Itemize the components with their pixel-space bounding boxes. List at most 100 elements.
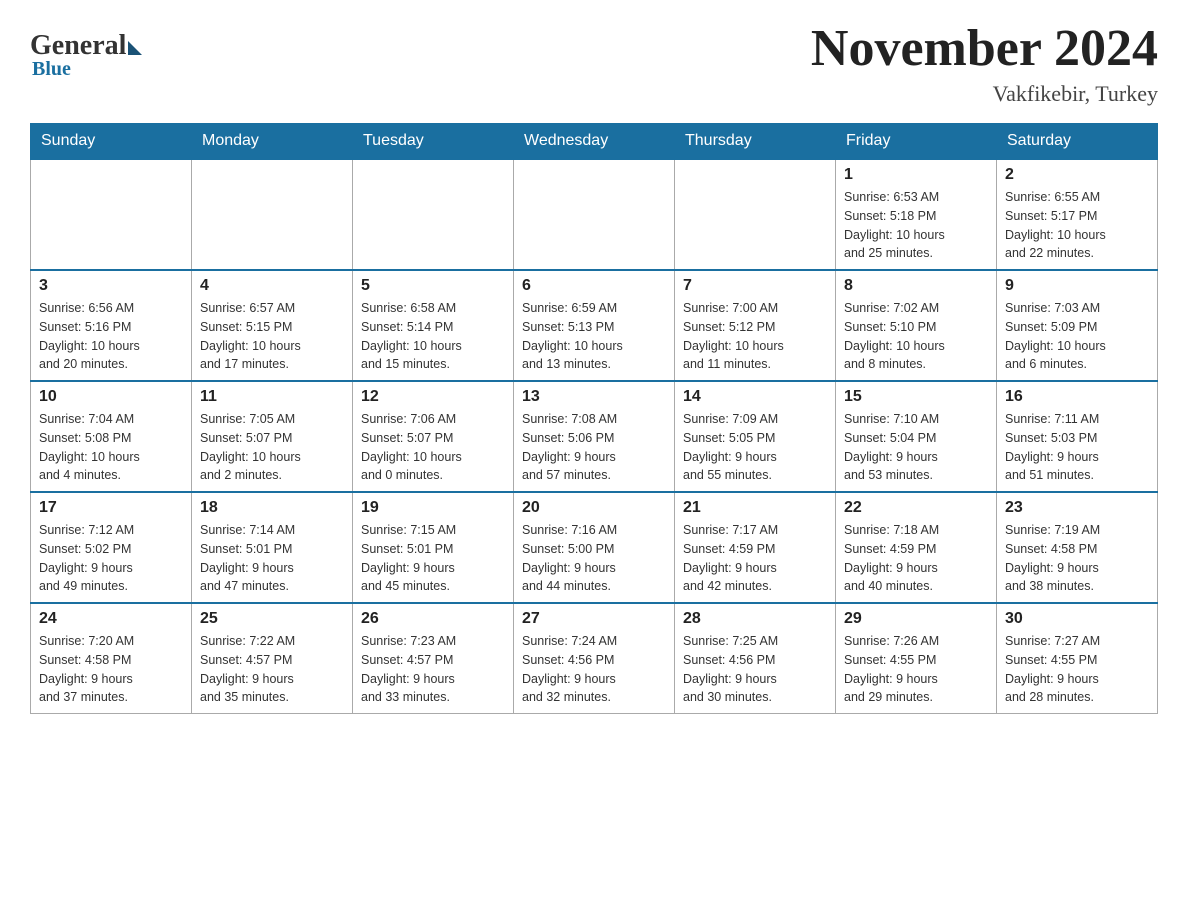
- calendar-day-cell: 16 Sunrise: 7:11 AM Sunset: 5:03 PM Dayli…: [997, 381, 1158, 492]
- weekday-header-wednesday: Wednesday: [514, 124, 675, 160]
- day-info: Sunrise: 7:26 AM Sunset: 4:55 PM Dayligh…: [844, 632, 988, 707]
- calendar-day-cell: 4 Sunrise: 6:57 AM Sunset: 5:15 PM Daylig…: [192, 270, 353, 381]
- day-info: Sunrise: 7:08 AM Sunset: 5:06 PM Dayligh…: [522, 410, 666, 485]
- day-number: 12: [361, 388, 505, 406]
- logo-blue-text: Blue: [32, 58, 71, 81]
- calendar-day-cell: 12 Sunrise: 7:06 AM Sunset: 5:07 PM Dayli…: [353, 381, 514, 492]
- day-number: 27: [522, 610, 666, 628]
- calendar-day-cell: 21 Sunrise: 7:17 AM Sunset: 4:59 PM Dayli…: [675, 492, 836, 603]
- calendar-day-cell: 2 Sunrise: 6:55 AM Sunset: 5:17 PM Daylig…: [997, 159, 1158, 270]
- day-info: Sunrise: 6:53 AM Sunset: 5:18 PM Dayligh…: [844, 188, 988, 263]
- day-number: 11: [200, 388, 344, 406]
- day-number: 19: [361, 499, 505, 517]
- calendar-day-cell: 19 Sunrise: 7:15 AM Sunset: 5:01 PM Dayli…: [353, 492, 514, 603]
- day-number: 26: [361, 610, 505, 628]
- day-number: 8: [844, 277, 988, 295]
- day-number: 29: [844, 610, 988, 628]
- calendar-day-cell: [192, 159, 353, 270]
- calendar-week-row: 1 Sunrise: 6:53 AM Sunset: 5:18 PM Daylig…: [31, 159, 1158, 270]
- month-title: November 2024: [811, 20, 1158, 77]
- weekday-header-friday: Friday: [836, 124, 997, 160]
- calendar-day-cell: 7 Sunrise: 7:00 AM Sunset: 5:12 PM Daylig…: [675, 270, 836, 381]
- day-info: Sunrise: 7:27 AM Sunset: 4:55 PM Dayligh…: [1005, 632, 1149, 707]
- day-number: 6: [522, 277, 666, 295]
- day-info: Sunrise: 6:56 AM Sunset: 5:16 PM Dayligh…: [39, 299, 183, 374]
- day-info: Sunrise: 7:06 AM Sunset: 5:07 PM Dayligh…: [361, 410, 505, 485]
- title-area: November 2024 Vakfikebir, Turkey: [811, 20, 1158, 107]
- day-info: Sunrise: 7:18 AM Sunset: 4:59 PM Dayligh…: [844, 521, 988, 596]
- day-number: 16: [1005, 388, 1149, 406]
- calendar-week-row: 10 Sunrise: 7:04 AM Sunset: 5:08 PM Dayli…: [31, 381, 1158, 492]
- day-number: 1: [844, 166, 988, 184]
- weekday-header-tuesday: Tuesday: [353, 124, 514, 160]
- day-info: Sunrise: 7:02 AM Sunset: 5:10 PM Dayligh…: [844, 299, 988, 374]
- calendar-day-cell: 3Sunrise: 6:56 AM Sunset: 5:16 PM Daylig…: [31, 270, 192, 381]
- day-info: Sunrise: 7:20 AM Sunset: 4:58 PM Dayligh…: [39, 632, 183, 707]
- calendar-day-cell: [353, 159, 514, 270]
- day-info: Sunrise: 7:14 AM Sunset: 5:01 PM Dayligh…: [200, 521, 344, 596]
- location-text: Vakfikebir, Turkey: [811, 81, 1158, 107]
- day-info: Sunrise: 7:04 AM Sunset: 5:08 PM Dayligh…: [39, 410, 183, 485]
- day-number: 10: [39, 388, 183, 406]
- calendar-day-cell: 25Sunrise: 7:22 AM Sunset: 4:57 PM Dayli…: [192, 603, 353, 714]
- day-number: 21: [683, 499, 827, 517]
- day-info: Sunrise: 7:23 AM Sunset: 4:57 PM Dayligh…: [361, 632, 505, 707]
- day-number: 23: [1005, 499, 1149, 517]
- day-number: 4: [200, 277, 344, 295]
- calendar-table: SundayMondayTuesdayWednesdayThursdayFrid…: [30, 123, 1158, 714]
- calendar-day-cell: 5Sunrise: 6:58 AM Sunset: 5:14 PM Daylig…: [353, 270, 514, 381]
- day-number: 22: [844, 499, 988, 517]
- day-number: 7: [683, 277, 827, 295]
- day-number: 20: [522, 499, 666, 517]
- logo-arrow-icon: [128, 41, 142, 55]
- day-info: Sunrise: 7:15 AM Sunset: 5:01 PM Dayligh…: [361, 521, 505, 596]
- day-info: Sunrise: 7:10 AM Sunset: 5:04 PM Dayligh…: [844, 410, 988, 485]
- day-info: Sunrise: 7:00 AM Sunset: 5:12 PM Dayligh…: [683, 299, 827, 374]
- calendar-day-cell: 14 Sunrise: 7:09 AM Sunset: 5:05 PM Dayli…: [675, 381, 836, 492]
- calendar-day-cell: 26 Sunrise: 7:23 AM Sunset: 4:57 PM Dayli…: [353, 603, 514, 714]
- calendar-day-cell: 30Sunrise: 7:27 AM Sunset: 4:55 PM Dayli…: [997, 603, 1158, 714]
- day-info: Sunrise: 7:24 AM Sunset: 4:56 PM Dayligh…: [522, 632, 666, 707]
- weekday-header-sunday: Sunday: [31, 124, 192, 160]
- calendar-day-cell: [675, 159, 836, 270]
- day-info: Sunrise: 7:17 AM Sunset: 4:59 PM Dayligh…: [683, 521, 827, 596]
- page-header: General Blue November 2024 Vakfikebir, T…: [30, 20, 1158, 107]
- calendar-day-cell: 23Sunrise: 7:19 AM Sunset: 4:58 PM Dayli…: [997, 492, 1158, 603]
- day-number: 15: [844, 388, 988, 406]
- day-info: Sunrise: 7:25 AM Sunset: 4:56 PM Dayligh…: [683, 632, 827, 707]
- calendar-day-cell: [514, 159, 675, 270]
- day-info: Sunrise: 7:11 AM Sunset: 5:03 PM Dayligh…: [1005, 410, 1149, 485]
- day-info: Sunrise: 7:05 AM Sunset: 5:07 PM Dayligh…: [200, 410, 344, 485]
- weekday-header-monday: Monday: [192, 124, 353, 160]
- day-number: 14: [683, 388, 827, 406]
- calendar-day-cell: 28 Sunrise: 7:25 AM Sunset: 4:56 PM Dayli…: [675, 603, 836, 714]
- day-info: Sunrise: 6:55 AM Sunset: 5:17 PM Dayligh…: [1005, 188, 1149, 263]
- calendar-week-row: 17 Sunrise: 7:12 AM Sunset: 5:02 PM Dayli…: [31, 492, 1158, 603]
- day-number: 13: [522, 388, 666, 406]
- day-info: Sunrise: 7:12 AM Sunset: 5:02 PM Dayligh…: [39, 521, 183, 596]
- day-number: 18: [200, 499, 344, 517]
- weekday-header-saturday: Saturday: [997, 124, 1158, 160]
- day-number: 24: [39, 610, 183, 628]
- calendar-day-cell: 24 Sunrise: 7:20 AM Sunset: 4:58 PM Dayli…: [31, 603, 192, 714]
- calendar-day-cell: 18 Sunrise: 7:14 AM Sunset: 5:01 PM Dayli…: [192, 492, 353, 603]
- day-number: 2: [1005, 166, 1149, 184]
- calendar-day-cell: 1 Sunrise: 6:53 AM Sunset: 5:18 PM Daylig…: [836, 159, 997, 270]
- day-number: 25: [200, 610, 344, 628]
- calendar-day-cell: 22 Sunrise: 7:18 AM Sunset: 4:59 PM Dayli…: [836, 492, 997, 603]
- calendar-day-cell: 20 Sunrise: 7:16 AM Sunset: 5:00 PM Dayli…: [514, 492, 675, 603]
- day-info: Sunrise: 6:59 AM Sunset: 5:13 PM Dayligh…: [522, 299, 666, 374]
- day-info: Sunrise: 7:16 AM Sunset: 5:00 PM Dayligh…: [522, 521, 666, 596]
- calendar-week-row: 24 Sunrise: 7:20 AM Sunset: 4:58 PM Dayli…: [31, 603, 1158, 714]
- day-number: 9: [1005, 277, 1149, 295]
- weekday-header-thursday: Thursday: [675, 124, 836, 160]
- day-info: Sunrise: 7:09 AM Sunset: 5:05 PM Dayligh…: [683, 410, 827, 485]
- day-info: Sunrise: 6:57 AM Sunset: 5:15 PM Dayligh…: [200, 299, 344, 374]
- calendar-day-cell: 9Sunrise: 7:03 AM Sunset: 5:09 PM Daylig…: [997, 270, 1158, 381]
- day-number: 17: [39, 499, 183, 517]
- calendar-day-cell: 27 Sunrise: 7:24 AM Sunset: 4:56 PM Dayli…: [514, 603, 675, 714]
- calendar-week-row: 3Sunrise: 6:56 AM Sunset: 5:16 PM Daylig…: [31, 270, 1158, 381]
- day-number: 28: [683, 610, 827, 628]
- calendar-day-cell: 6 Sunrise: 6:59 AM Sunset: 5:13 PM Daylig…: [514, 270, 675, 381]
- logo: General Blue: [30, 30, 142, 81]
